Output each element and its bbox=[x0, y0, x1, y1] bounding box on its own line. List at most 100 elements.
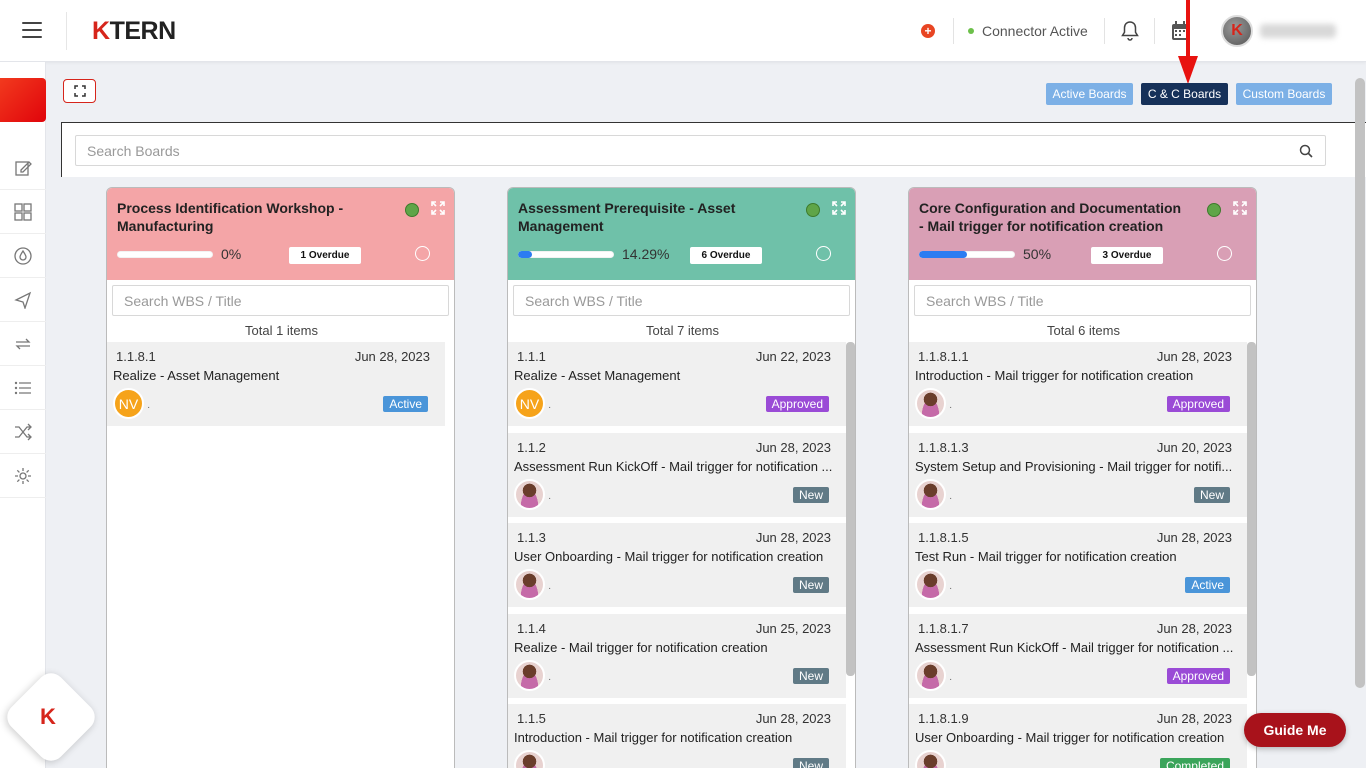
item-title: Realize - Asset Management bbox=[113, 368, 280, 383]
sidebar-item-sync[interactable] bbox=[0, 322, 46, 366]
list-icon bbox=[14, 381, 31, 394]
sidebar-item-settings[interactable] bbox=[0, 454, 46, 498]
progress-percent: 14.29% bbox=[622, 246, 670, 262]
sidebar-item-grid[interactable] bbox=[0, 190, 46, 234]
bell-icon[interactable] bbox=[1120, 20, 1140, 42]
sidebar-item-drop[interactable] bbox=[0, 234, 46, 278]
header-divider bbox=[66, 12, 67, 50]
item-list: 1.1.8.1.1 Jun 28, 2023 Introduction - Ma… bbox=[909, 342, 1256, 768]
wbs-search-field[interactable] bbox=[513, 285, 850, 316]
board-title[interactable]: Assessment Prerequisite - Asset Manageme… bbox=[518, 199, 788, 235]
item-title: User Onboarding - Mail trigger for notif… bbox=[514, 549, 824, 564]
plus-icon[interactable]: + bbox=[921, 24, 935, 38]
list-item[interactable]: 1.1.5 Jun 28, 2023 Introduction - Mail t… bbox=[508, 704, 846, 768]
status-dot bbox=[806, 203, 820, 217]
avatar: NV bbox=[113, 388, 144, 419]
progress-percent: 50% bbox=[1023, 246, 1052, 262]
status-badge: New bbox=[792, 577, 829, 593]
wbs-search-input[interactable] bbox=[915, 286, 1250, 315]
progress-bar bbox=[919, 250, 1015, 258]
progress: 0% bbox=[117, 246, 241, 262]
sidebar-item-list[interactable] bbox=[0, 366, 46, 410]
sidebar-item-shuffle[interactable] bbox=[0, 410, 46, 454]
sidebar-item-edit[interactable] bbox=[0, 146, 46, 190]
expand-icon bbox=[73, 85, 86, 97]
item-wbs: 1.1.5 bbox=[517, 711, 546, 726]
fullscreen-icon[interactable] bbox=[832, 201, 846, 215]
search-boards-input[interactable] bbox=[76, 136, 1325, 165]
wbs-search-field[interactable] bbox=[112, 285, 449, 316]
list-item[interactable]: 1.1.8.1.5 Jun 28, 2023 Test Run - Mail t… bbox=[909, 523, 1247, 607]
item-date: Jun 28, 2023 bbox=[1156, 621, 1232, 636]
ktern-logo[interactable]: KTERN bbox=[92, 17, 176, 46]
board-title[interactable]: Core Configuration and Documentation - M… bbox=[919, 199, 1189, 235]
wbs-search-field[interactable] bbox=[914, 285, 1251, 316]
wbs-search-input[interactable] bbox=[113, 286, 448, 315]
list-item[interactable]: 1.1.8.1.9 Jun 28, 2023 User Onboarding -… bbox=[909, 704, 1247, 768]
user-avatar[interactable]: K bbox=[1221, 15, 1253, 47]
board-card: Assessment Prerequisite - Asset Manageme… bbox=[507, 187, 856, 768]
item-wbs: 1.1.1 bbox=[517, 349, 546, 364]
list-item[interactable]: 1.1.1 Jun 22, 2023 Realize - Asset Manag… bbox=[508, 342, 846, 426]
select-circle[interactable] bbox=[1217, 246, 1232, 261]
avatar bbox=[915, 388, 946, 419]
tab-cc-boards[interactable]: C & C Boards bbox=[1141, 83, 1228, 105]
card-scrollbar[interactable] bbox=[1247, 342, 1256, 676]
overdue-badge[interactable]: 3 Overdue bbox=[1091, 247, 1163, 264]
username-redacted[interactable] bbox=[1260, 24, 1336, 38]
page-scrollbar[interactable] bbox=[1355, 78, 1365, 688]
connector-status-label: Connector Active bbox=[982, 23, 1088, 39]
wbs-search-input[interactable] bbox=[514, 286, 849, 315]
item-title: Introduction - Mail trigger for notifica… bbox=[514, 730, 793, 745]
select-circle[interactable] bbox=[816, 246, 831, 261]
list-item[interactable]: 1.1.2 Jun 28, 2023 Assessment Run KickOf… bbox=[508, 433, 846, 517]
overdue-badge[interactable]: 1 Overdue bbox=[289, 247, 361, 264]
item-date: Jun 22, 2023 bbox=[755, 349, 831, 364]
fullscreen-icon[interactable] bbox=[431, 201, 445, 215]
select-circle[interactable] bbox=[415, 246, 430, 261]
sidebar-home-button[interactable] bbox=[0, 78, 46, 122]
tab-custom-boards[interactable]: Custom Boards bbox=[1236, 83, 1332, 105]
item-wbs: 1.1.8.1.3 bbox=[918, 440, 969, 455]
list-item[interactable]: 1.1.4 Jun 25, 2023 Realize - Mail trigge… bbox=[508, 614, 846, 698]
sync-icon bbox=[15, 338, 31, 349]
progress: 50% bbox=[919, 246, 1051, 262]
guide-me-button[interactable]: Guide Me bbox=[1244, 713, 1346, 747]
item-title: User Onboarding - Mail trigger for notif… bbox=[915, 730, 1225, 745]
sidebar-item-send[interactable] bbox=[0, 278, 46, 322]
item-separator: · bbox=[949, 402, 953, 413]
list-item[interactable]: 1.1.8.1.7 Jun 28, 2023 Assessment Run Ki… bbox=[909, 614, 1247, 698]
item-wbs: 1.1.3 bbox=[517, 530, 546, 545]
connector-status-dot bbox=[968, 28, 974, 34]
card-scrollbar[interactable] bbox=[846, 342, 855, 676]
item-separator: · bbox=[548, 402, 552, 413]
progress: 14.29% bbox=[518, 246, 669, 262]
list-item[interactable]: 1.1.8.1 Jun 28, 2023 Realize - Asset Man… bbox=[107, 342, 445, 426]
tab-active-boards[interactable]: Active Boards bbox=[1046, 83, 1133, 105]
search-icon[interactable] bbox=[1299, 144, 1313, 158]
item-list: 1.1.1 Jun 22, 2023 Realize - Asset Manag… bbox=[508, 342, 855, 768]
status-badge: New bbox=[792, 758, 829, 768]
item-separator: · bbox=[548, 583, 552, 594]
connector-status[interactable]: Connector Active bbox=[968, 23, 1088, 39]
item-wbs: 1.1.8.1.1 bbox=[918, 349, 969, 364]
overdue-badge[interactable]: 6 Overdue bbox=[690, 247, 762, 264]
fullscreen-icon[interactable] bbox=[1233, 201, 1247, 215]
status-badge: Approved bbox=[765, 396, 829, 412]
board-title[interactable]: Process Identification Workshop - Manufa… bbox=[117, 199, 387, 235]
list-item[interactable]: 1.1.3 Jun 28, 2023 User Onboarding - Mai… bbox=[508, 523, 846, 607]
board-card-header: Core Configuration and Documentation - M… bbox=[909, 188, 1256, 280]
list-item[interactable]: 1.1.8.1.3 Jun 20, 2023 System Setup and … bbox=[909, 433, 1247, 517]
item-title: System Setup and Provisioning - Mail tri… bbox=[915, 459, 1233, 474]
avatar: NV bbox=[514, 388, 545, 419]
item-wbs: 1.1.8.1.9 bbox=[918, 711, 969, 726]
ktern-fab-logo[interactable]: K bbox=[40, 704, 56, 730]
item-date: Jun 28, 2023 bbox=[1156, 530, 1232, 545]
list-item[interactable]: 1.1.8.1.1 Jun 28, 2023 Introduction - Ma… bbox=[909, 342, 1247, 426]
send-icon bbox=[14, 291, 32, 309]
expand-view-button[interactable] bbox=[63, 79, 96, 103]
avatar bbox=[514, 569, 545, 600]
search-boards-field[interactable] bbox=[75, 135, 1326, 166]
progress-fill bbox=[518, 250, 532, 258]
menu-icon[interactable] bbox=[22, 22, 42, 38]
